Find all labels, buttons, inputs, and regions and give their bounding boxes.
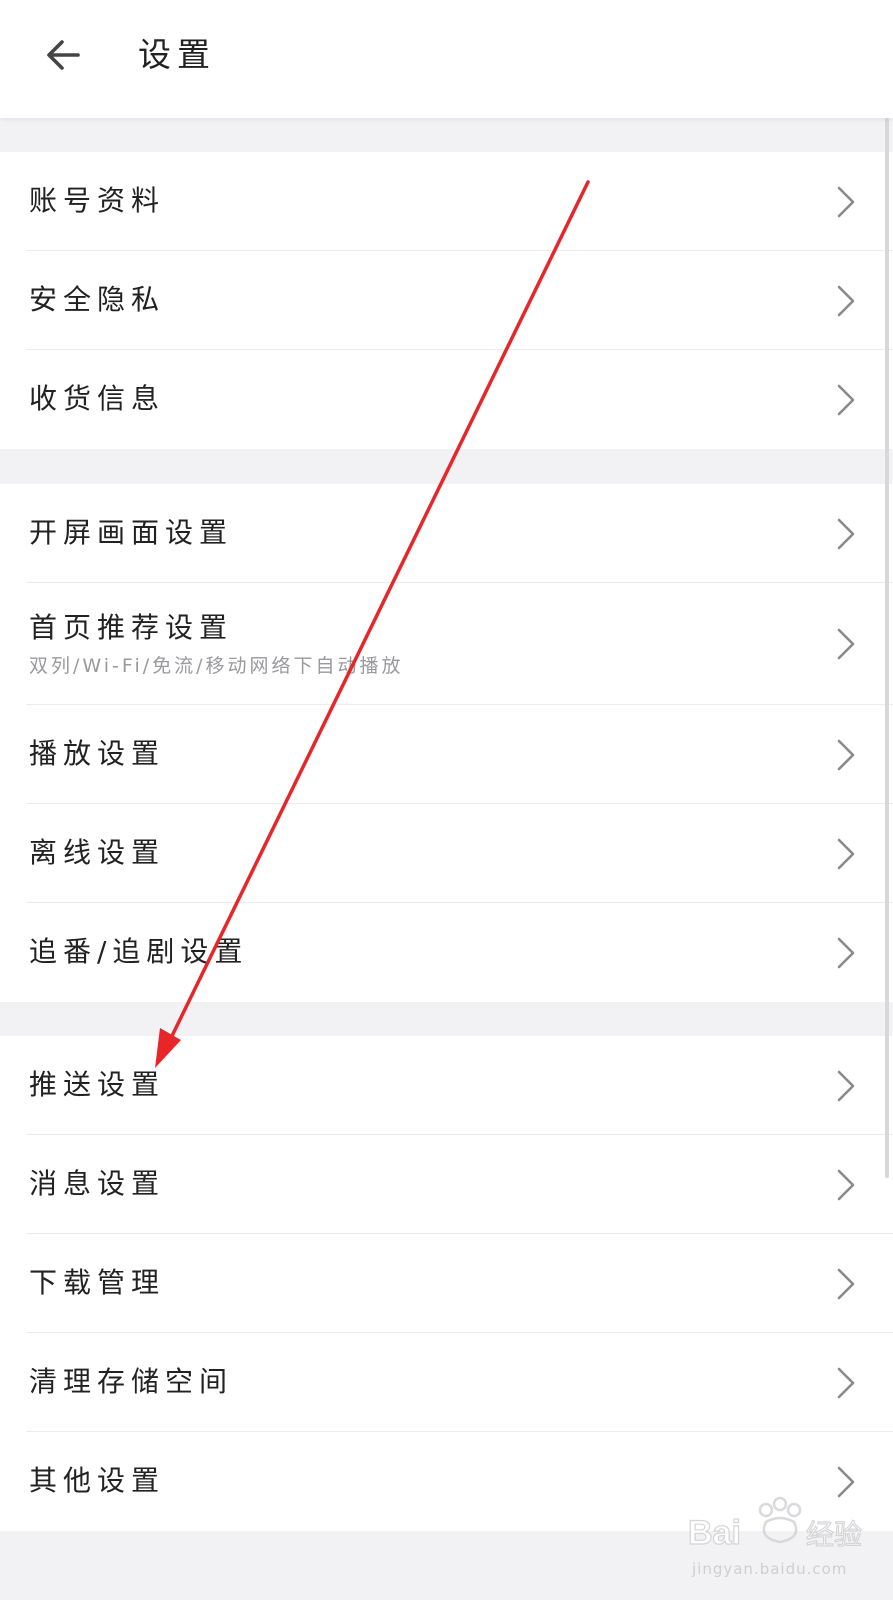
row-label: 离线设置 xyxy=(29,836,166,869)
settings-row-account-profile[interactable]: 账号资料 xyxy=(0,152,893,251)
scrollbar[interactable] xyxy=(885,118,889,1178)
row-label: 清理存储空间 xyxy=(29,1365,234,1398)
settings-row-clear-storage[interactable]: 清理存储空间 xyxy=(0,1333,893,1432)
settings-row-downloads[interactable]: 下载管理 xyxy=(0,1234,893,1333)
chevron-right-icon xyxy=(837,838,855,869)
chevron-right-icon xyxy=(837,937,855,968)
chevron-right-icon xyxy=(837,518,855,549)
page-title: 设置 xyxy=(138,35,216,74)
section-general: 推送设置 消息设置 下载管理 清理存储空间 其他设置 xyxy=(0,1036,893,1531)
row-label: 收货信息 xyxy=(29,382,166,415)
settings-row-offline[interactable]: 离线设置 xyxy=(0,804,893,903)
back-button[interactable] xyxy=(30,22,96,88)
row-label: 其他设置 xyxy=(29,1464,166,1497)
chevron-right-icon xyxy=(837,1466,855,1497)
chevron-right-icon xyxy=(837,285,855,316)
arrow-left-icon xyxy=(47,40,80,70)
chevron-right-icon xyxy=(837,628,855,660)
row-label: 账号资料 xyxy=(29,184,166,217)
settings-row-home-recommend[interactable]: 首页推荐设置 双列/Wi-Fi/免流/移动网络下自动播放 xyxy=(0,583,893,705)
row-label: 追番/追剧设置 xyxy=(29,935,249,968)
row-label: 播放设置 xyxy=(29,737,166,770)
watermark-url: jingyan.baidu.com xyxy=(692,1560,848,1578)
settings-row-push[interactable]: 推送设置 xyxy=(0,1036,893,1135)
row-label: 安全隐私 xyxy=(29,283,166,316)
chevron-right-icon xyxy=(837,186,855,217)
row-label: 开屏画面设置 xyxy=(29,516,234,549)
section-playback: 开屏画面设置 首页推荐设置 双列/Wi-Fi/免流/移动网络下自动播放 播放设置… xyxy=(0,484,893,1002)
settings-row-playback[interactable]: 播放设置 xyxy=(0,705,893,804)
settings-row-shipping-info[interactable]: 收货信息 xyxy=(0,350,893,449)
settings-row-security-privacy[interactable]: 安全隐私 xyxy=(0,251,893,350)
chevron-right-icon xyxy=(837,384,855,415)
row-label: 下载管理 xyxy=(29,1266,166,1299)
chevron-right-icon xyxy=(837,1169,855,1200)
settings-row-splash-screen[interactable]: 开屏画面设置 xyxy=(0,484,893,583)
row-sublabel: 双列/Wi-Fi/免流/移动网络下自动播放 xyxy=(29,655,404,677)
top-bar: 设置 xyxy=(0,0,893,118)
section-account: 账号资料 安全隐私 收货信息 xyxy=(0,152,893,449)
settings-row-other[interactable]: 其他设置 xyxy=(0,1432,893,1531)
row-label: 首页推荐设置 xyxy=(29,611,234,644)
chevron-right-icon xyxy=(837,1367,855,1398)
chevron-right-icon xyxy=(837,739,855,770)
chevron-right-icon xyxy=(837,1070,855,1101)
row-label: 消息设置 xyxy=(29,1167,166,1200)
settings-page: 设置 账号资料 安全隐私 收货信息 开屏画面设置 首页推荐设置 双列/Wi-Fi… xyxy=(0,0,893,1600)
settings-row-follow-series[interactable]: 追番/追剧设置 xyxy=(0,903,893,1002)
chevron-right-icon xyxy=(837,1268,855,1299)
settings-row-messages[interactable]: 消息设置 xyxy=(0,1135,893,1234)
row-label: 推送设置 xyxy=(29,1068,166,1101)
